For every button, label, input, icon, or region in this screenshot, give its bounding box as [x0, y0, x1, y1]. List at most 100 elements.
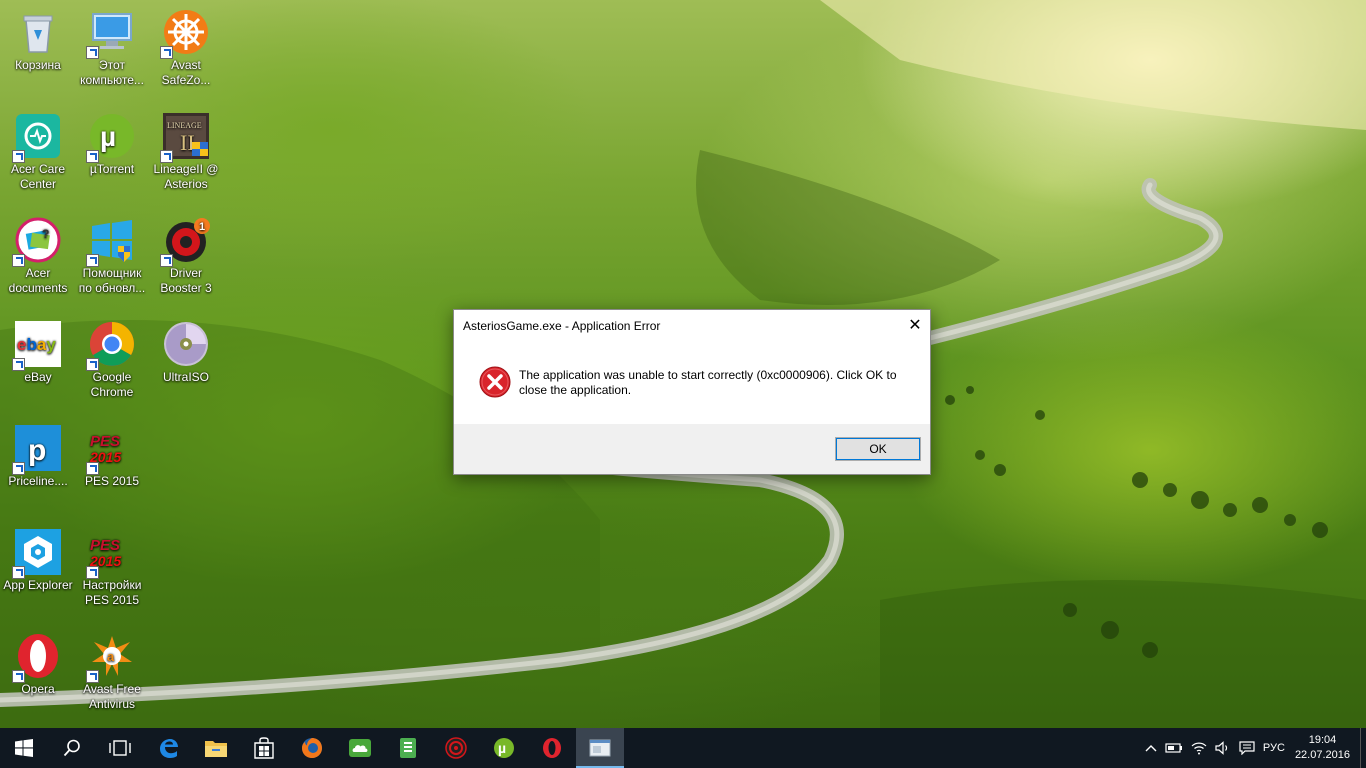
svg-text:p: p [28, 434, 46, 467]
desktop-icon-ebay[interactable]: ebay eBay [0, 312, 76, 412]
wifi-button[interactable] [1187, 728, 1211, 768]
driver-booster-icon: 1 [160, 216, 210, 267]
dialog-title: AsteriosGame.exe - Application Error [463, 319, 661, 333]
speaker-icon [1215, 741, 1228, 755]
desktop-icon-recycle-bin[interactable]: Корзина [0, 0, 76, 100]
active-window-icon [589, 739, 611, 757]
show-desktop-button[interactable] [1360, 728, 1366, 768]
app-explorer-icon [12, 528, 62, 579]
file-explorer-icon [205, 741, 227, 757]
icon-label: Помощник по обновл... [78, 266, 146, 295]
desktop-icon-avast-safezone[interactable]: Avast SafeZo... [148, 0, 224, 100]
taskbar-firefox[interactable] [288, 728, 336, 768]
desktop-icon-acer-care-center[interactable]: Acer Care Center [0, 104, 76, 204]
icon-label: Google Chrome [90, 370, 134, 399]
icon-label: Настройки PES 2015 [82, 578, 142, 607]
taskbar-green-app[interactable] [384, 728, 432, 768]
close-button[interactable]: ✕ [900, 310, 930, 340]
taskbar-cloud-app[interactable] [336, 728, 384, 768]
icon-label: Avast SafeZo... [161, 58, 211, 87]
icon-label: Driver Booster 3 [160, 266, 212, 295]
svg-text:µ: µ [498, 740, 506, 756]
opera-icon [543, 738, 561, 758]
battery-button[interactable] [1161, 728, 1187, 768]
icon-label: PES 2015 [84, 474, 140, 488]
desktop-icon-priceline[interactable]: p Priceline.... [0, 416, 76, 516]
desktop-icon-acer-documents[interactable]: ? Acer documents [0, 208, 76, 308]
dialog-footer: OK [454, 424, 930, 474]
acer-care-center-icon [12, 112, 62, 163]
search-icon [63, 739, 80, 757]
start-button[interactable] [0, 728, 48, 768]
priceline-icon: p [12, 424, 62, 475]
avast-icon: a [86, 632, 136, 683]
error-dialog: AsteriosGame.exe - Application Error ✕ T… [453, 309, 931, 475]
action-center-button[interactable] [1235, 728, 1259, 768]
clock[interactable]: 19:04 22.07.2016 [1289, 728, 1360, 768]
ultraiso-icon [162, 320, 210, 368]
icon-label: Этот компьюте... [80, 58, 144, 87]
task-view-button[interactable] [96, 728, 144, 768]
desktop-icon-opera[interactable]: Opera [0, 624, 76, 724]
svg-text:µ: µ [100, 121, 116, 152]
desktop-icon-google-chrome[interactable]: Google Chrome [74, 312, 150, 412]
error-icon [479, 366, 511, 398]
taskbar-edge[interactable] [144, 728, 192, 768]
desktop-icon-utorrent[interactable]: µ µTorrent [74, 104, 150, 204]
show-hidden-icons-button[interactable] [1141, 728, 1161, 768]
desktop-icon-lineage2-asterios[interactable]: LINEAGE II LineageII @ Asterios [148, 104, 224, 204]
acer-documents-icon: ? [12, 216, 62, 267]
desktop-icon-app-explorer[interactable]: App Explorer [0, 520, 76, 620]
icon-label: Acer documents [8, 266, 68, 295]
ok-button[interactable]: OK [835, 437, 921, 461]
desktop-icon-driver-booster[interactable]: 1 Driver Booster 3 [148, 208, 224, 308]
icon-label: Priceline.... [8, 474, 68, 488]
chevron-up-icon [1145, 745, 1157, 752]
svg-text:PES: PES [90, 433, 120, 450]
start-icon [15, 739, 33, 757]
svg-text:LINEAGE: LINEAGE [167, 121, 202, 130]
avast-safezone-icon [160, 8, 210, 59]
search-button[interactable] [48, 728, 96, 768]
desktop-icon-this-pc[interactable]: Этот компьюте... [74, 0, 150, 100]
svg-text:a: a [107, 649, 115, 664]
icon-label: Avast Free Antivirus [83, 682, 141, 711]
taskbar-opera[interactable] [528, 728, 576, 768]
svg-text:PES: PES [90, 537, 120, 554]
desktop-icon-pes-2015[interactable]: PES 2015 PES 2015 [74, 416, 150, 516]
volume-button[interactable] [1211, 728, 1235, 768]
icon-label: LineageII @ Asterios [153, 162, 219, 191]
computer-icon [86, 8, 136, 59]
icon-label: Acer Care Center [10, 162, 66, 191]
close-icon: ✕ [908, 317, 922, 334]
desktop-icon-pes-2015-settings[interactable]: PES 2015 Настройки PES 2015 [74, 520, 150, 620]
desktop-icon-ultraiso[interactable]: UltraISO [148, 312, 224, 412]
icon-label: UltraISO [162, 370, 209, 384]
windows-logo-icon [86, 216, 136, 267]
clock-time: 19:04 [1308, 734, 1337, 746]
icon-label: Корзина [15, 58, 61, 72]
desktop-icon-windows-update-assistant[interactable]: Помощник по обновл... [74, 208, 150, 308]
icon-label: App Explorer [3, 578, 73, 592]
dialog-body: The application was unable to start corr… [454, 340, 930, 424]
taskbar-store[interactable] [240, 728, 288, 768]
taskbar-driver-booster[interactable] [432, 728, 480, 768]
taskbar: µ РУС 19:04 22.07.2016 [0, 728, 1366, 768]
taskbar-file-explorer[interactable] [192, 728, 240, 768]
lineage2-icon: LINEAGE II [160, 112, 210, 163]
desktop-icon-avast-free-antivirus[interactable]: a Avast Free Antivirus [74, 624, 150, 724]
notification-icon [1239, 741, 1255, 755]
task-view-icon [109, 740, 131, 756]
pes-2015-icon: PES 2015 [86, 528, 136, 579]
firefox-icon [302, 738, 322, 758]
edge-icon [160, 739, 178, 758]
driver-booster-icon [445, 737, 467, 759]
store-icon [254, 737, 274, 759]
utorrent-icon: µ [86, 112, 136, 163]
taskbar-utorrent[interactable]: µ [480, 728, 528, 768]
language-indicator[interactable]: РУС [1259, 728, 1289, 768]
svg-text:?: ? [42, 227, 49, 241]
taskbar-active-window[interactable] [576, 728, 624, 768]
utorrent-icon: µ [494, 738, 514, 758]
icon-label: eBay [24, 370, 52, 384]
